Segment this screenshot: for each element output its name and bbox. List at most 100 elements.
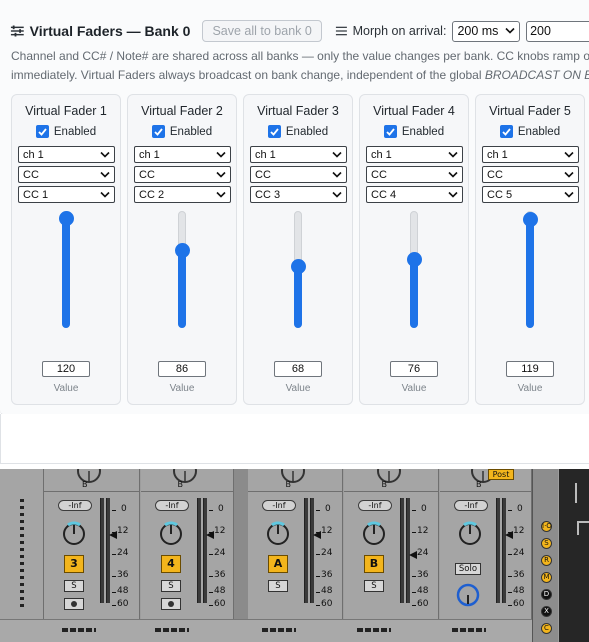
fader-card-2: Virtual Fader 2 Enabled ch 1 CC CC 2 86 Value (127, 94, 237, 405)
cc-number-select[interactable]: CC 5 (482, 186, 579, 203)
fader-slider[interactable] (522, 211, 538, 328)
side-toggle-button[interactable]: R (541, 555, 552, 566)
chevron-down-icon (564, 171, 574, 178)
meter-scale-label: 0 (325, 504, 331, 514)
enabled-toggle[interactable]: Enabled (476, 125, 584, 138)
record-arm-button[interactable] (64, 598, 84, 610)
fader-slider[interactable] (58, 211, 74, 328)
fader-position-icon[interactable] (409, 551, 417, 559)
side-toggle-button[interactable]: X (541, 606, 552, 617)
mixer-channel-strip: B -Inf 3 S 0 12 24 36 48 60 (44, 469, 140, 642)
volume-readout[interactable]: -Inf (262, 500, 296, 511)
send-knob-icon[interactable] (455, 582, 481, 608)
enabled-toggle[interactable]: Enabled (128, 125, 236, 138)
fader-position-icon[interactable] (505, 531, 513, 539)
volume-knob-icon[interactable] (157, 519, 185, 547)
volume-knob-icon[interactable] (60, 519, 88, 547)
volume-readout[interactable]: -Inf (155, 500, 189, 511)
side-toggle-button[interactable]: C (541, 623, 552, 634)
morph-time-input[interactable]: 200 (526, 20, 589, 42)
slider-fill (178, 248, 186, 328)
solo-button[interactable]: Solo (455, 563, 481, 575)
slider-thumb[interactable] (406, 252, 422, 267)
enabled-toggle[interactable]: Enabled (244, 125, 352, 138)
message-type-select[interactable]: CC (18, 166, 115, 183)
enabled-checkbox[interactable] (35, 125, 49, 138)
morph-time-select[interactable]: 200 ms (452, 20, 521, 42)
slider-thumb[interactable] (522, 212, 538, 227)
fader-card-5: Virtual Fader 5 Enabled ch 1 CC CC 5 119 Value (475, 94, 585, 405)
fader-position-icon[interactable] (109, 531, 117, 539)
cc-number-select[interactable]: CC 2 (134, 186, 231, 203)
cc-number-select[interactable]: CC 4 (366, 186, 463, 203)
side-toggle-button[interactable]: S (541, 538, 552, 549)
meter-scale-label: 48 (117, 586, 129, 596)
volume-readout[interactable]: -Inf (58, 500, 92, 511)
volume-knob-icon[interactable] (264, 519, 292, 547)
cc-number-select[interactable]: CC 1 (18, 186, 115, 203)
enabled-checkbox[interactable] (499, 125, 513, 138)
morph-label: Morph on arrival: (352, 24, 447, 38)
track-number-badge[interactable]: 3 (64, 555, 84, 573)
volume-knob-icon[interactable] (360, 519, 388, 547)
channel-select[interactable]: ch 1 (134, 146, 231, 163)
message-type-select[interactable]: CC (134, 166, 231, 183)
fader-slider[interactable] (290, 211, 306, 328)
meter-scale-label: 12 (321, 526, 333, 536)
record-arm-button[interactable] (161, 598, 181, 610)
channel-select[interactable]: ch 1 (366, 146, 463, 163)
chevron-down-icon (100, 151, 110, 158)
panel-title: Virtual Faders — Bank 0 (29, 23, 191, 39)
side-toggle-button[interactable]: M (541, 572, 552, 583)
meter-scale-label: 36 (417, 570, 429, 580)
solo-button[interactable]: S (64, 580, 84, 592)
side-toggle-button[interactable]: D (541, 589, 552, 600)
value-input[interactable]: 119 (506, 361, 554, 377)
enabled-toggle[interactable]: Enabled (360, 125, 468, 138)
solo-button[interactable]: S (161, 580, 181, 592)
side-toggle-button[interactable]: I·O (541, 521, 552, 532)
message-type-select[interactable]: CC (366, 166, 463, 183)
enabled-checkbox[interactable] (151, 125, 165, 138)
meter-scale-label: 60 (214, 599, 226, 609)
message-type-select[interactable]: CC (482, 166, 579, 183)
pan-knob-icon (77, 469, 101, 483)
value-input[interactable]: 120 (42, 361, 90, 377)
mixer-channel-strip: B -Inf B S 0 12 24 36 48 60 (344, 469, 439, 642)
post-badge[interactable]: Post (488, 469, 514, 480)
value-input[interactable]: 68 (274, 361, 322, 377)
channel-select[interactable]: ch 1 (18, 146, 115, 163)
value-input[interactable]: 76 (390, 361, 438, 377)
track-number-badge[interactable]: A (268, 555, 288, 573)
chevron-down-icon (332, 151, 342, 158)
fader-slider[interactable] (174, 211, 190, 328)
slider-thumb[interactable] (58, 211, 74, 226)
message-type-select[interactable]: CC (250, 166, 347, 183)
track-number-badge[interactable]: 4 (161, 555, 181, 573)
volume-readout[interactable]: -Inf (454, 500, 488, 511)
volume-readout[interactable]: -Inf (358, 500, 392, 511)
slider-thumb[interactable] (174, 243, 190, 258)
fader-slider[interactable] (406, 211, 422, 328)
enabled-toggle[interactable]: Enabled (12, 125, 120, 138)
fader-title: Virtual Fader 5 (489, 104, 571, 118)
solo-button[interactable]: S (364, 580, 384, 592)
channel-select[interactable]: ch 1 (482, 146, 579, 163)
save-all-button[interactable]: Save all to bank 0 (202, 20, 322, 42)
volume-knob-icon[interactable] (456, 519, 484, 547)
value-label: Value (53, 383, 79, 394)
cc-number-select[interactable]: CC 3 (250, 186, 347, 203)
level-meter-right (310, 498, 314, 603)
slider-thumb[interactable] (290, 259, 306, 274)
fader-position-icon[interactable] (206, 531, 214, 539)
fader-position-icon[interactable] (313, 531, 321, 539)
meter-scale-label: 0 (218, 504, 224, 514)
track-number-badge[interactable]: B (364, 555, 384, 573)
enabled-checkbox[interactable] (383, 125, 397, 138)
channel-select[interactable]: ch 1 (250, 146, 347, 163)
dotted-divider (20, 499, 24, 609)
solo-button[interactable]: S (268, 580, 288, 592)
checkmark-icon (386, 127, 395, 136)
value-input[interactable]: 86 (158, 361, 206, 377)
enabled-checkbox[interactable] (267, 125, 281, 138)
